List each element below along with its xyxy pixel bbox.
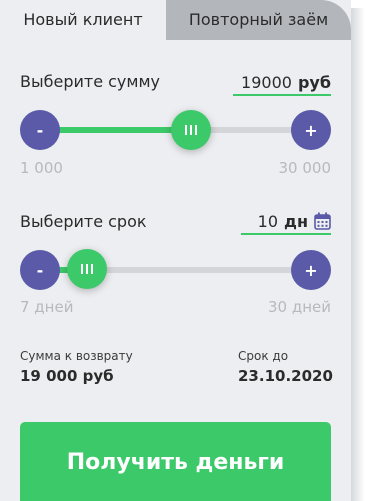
amount-unit: руб — [297, 72, 331, 92]
term-slider-thumb[interactable] — [67, 249, 108, 289]
term-plus-button[interactable]: + — [291, 250, 331, 290]
get-money-button[interactable]: Получить деньги — [20, 422, 331, 501]
term-label: Выберите срок — [20, 212, 147, 231]
amount-slider-thumb[interactable] — [170, 110, 211, 150]
term-max-label: 30 дней — [267, 298, 331, 316]
amount-max-label: 30 000 — [278, 159, 332, 177]
amount-minus-button[interactable]: - — [20, 110, 60, 150]
amount-label: Выберите сумму — [20, 72, 160, 91]
loan-calculator-card: Новый клиент Повторный заём Выберите сум… — [0, 0, 351, 501]
term-minus-button[interactable]: - — [20, 250, 60, 290]
term-unit: дн — [284, 211, 308, 231]
amount-plus-button[interactable]: + — [291, 110, 331, 150]
amount-slider-fill — [40, 127, 191, 133]
grip-icon — [184, 125, 197, 135]
term-value-field[interactable]: 10 дн — [241, 209, 331, 235]
amount-value-field[interactable]: 19000 руб — [233, 70, 331, 96]
due-date-label: Срок до — [238, 349, 289, 363]
tab-new-client[interactable]: Новый клиент — [0, 0, 166, 40]
card-shadow — [351, 8, 365, 501]
tab-repeat-loan[interactable]: Повторный заём — [166, 0, 351, 40]
return-amount-value: 19 000 руб — [20, 367, 114, 385]
grip-icon — [81, 264, 94, 274]
due-date-value: 23.10.2020 — [238, 367, 333, 385]
amount-min-label: 1 000 — [20, 159, 63, 177]
term-value: 10 — [257, 211, 279, 231]
return-amount-label: Сумма к возврату — [20, 349, 133, 363]
tabs: Новый клиент Повторный заём — [0, 0, 351, 40]
calendar-icon[interactable] — [314, 212, 331, 230]
term-min-label: 7 дней — [20, 298, 74, 316]
amount-value: 19000 — [241, 72, 292, 92]
